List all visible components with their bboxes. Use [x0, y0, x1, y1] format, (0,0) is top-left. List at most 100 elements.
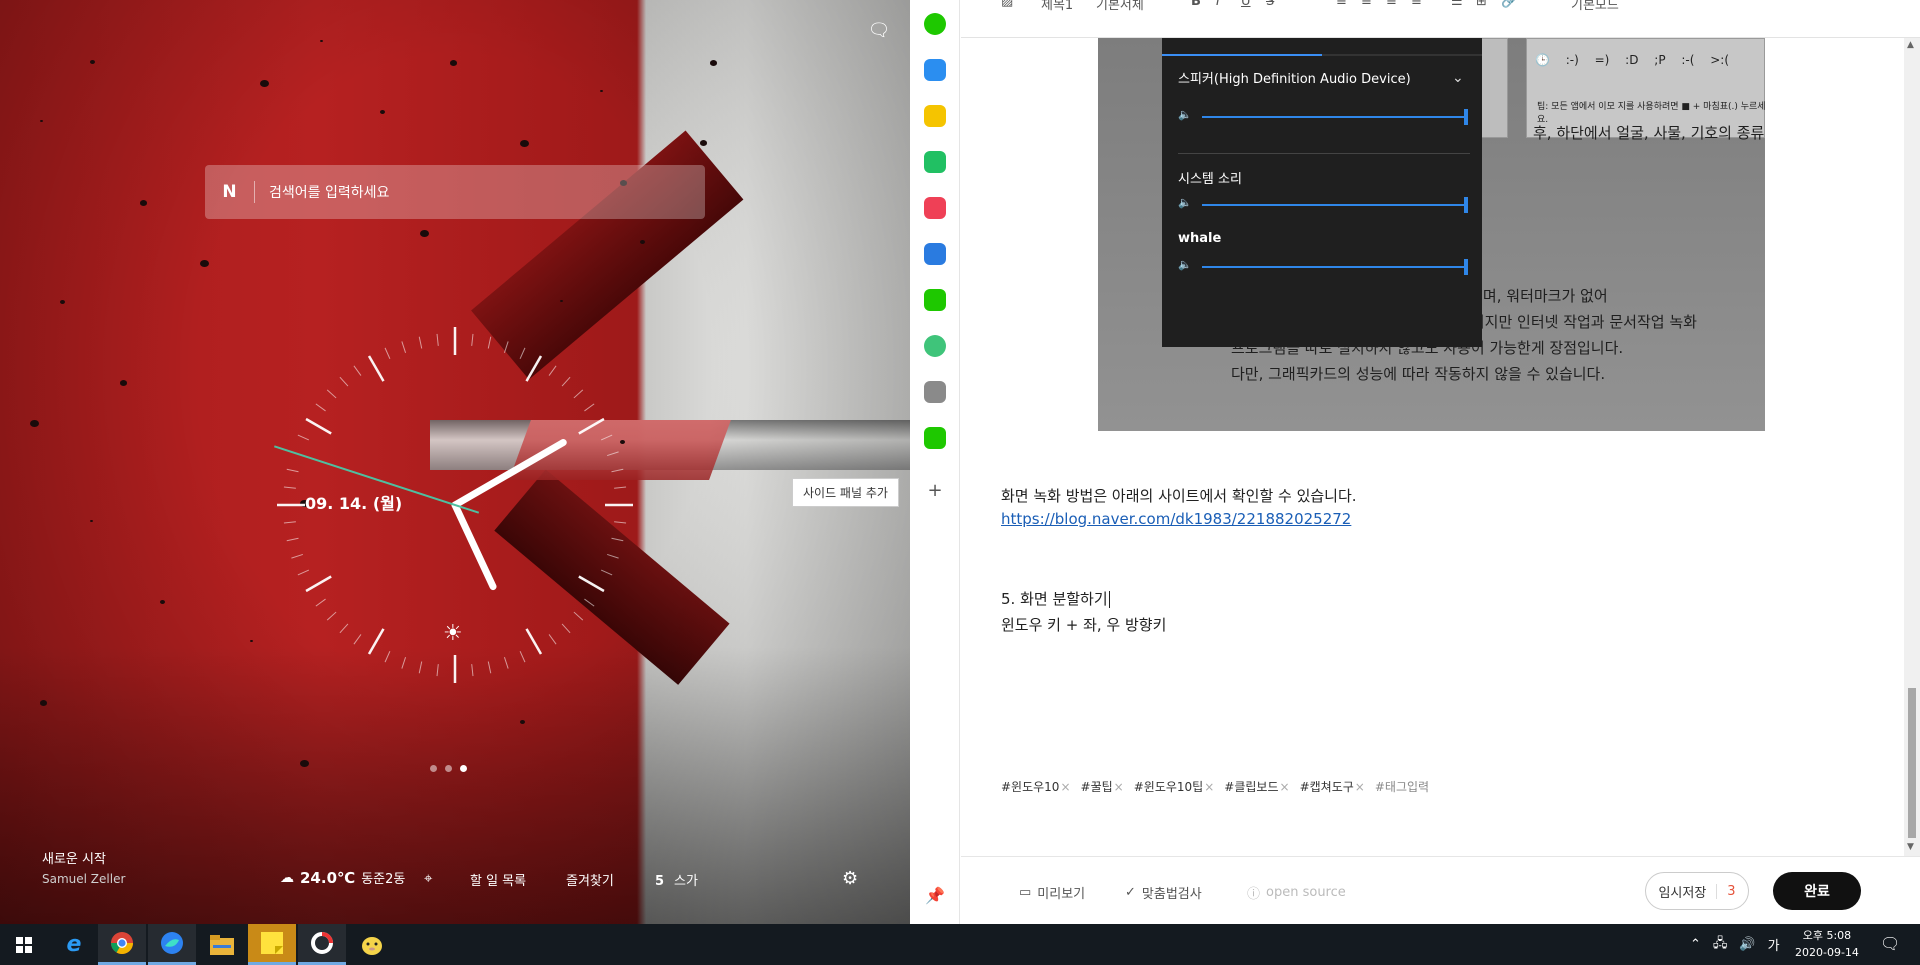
close-icon[interactable]: × [1280, 780, 1290, 794]
underline-icon[interactable]: U [1241, 0, 1251, 9]
todo-link[interactable]: 할 일 목록 [470, 870, 526, 889]
opensource-link[interactable]: ⓘ open source [1247, 883, 1346, 902]
tag-item[interactable]: #윈도우10× [1001, 778, 1071, 795]
green-square-icon[interactable] [924, 289, 946, 311]
list-icon[interactable]: ☰ [1451, 0, 1463, 9]
app-circle-icon[interactable] [298, 924, 346, 965]
link-icon[interactable]: 🔗 [1501, 0, 1517, 9]
chat-bubble-icon[interactable]: 🗨 [866, 18, 892, 44]
font-select[interactable]: 기본서체 [1096, 0, 1144, 13]
clock-tick [286, 468, 299, 473]
tag-item[interactable]: #윈도우10팁× [1134, 778, 1215, 795]
volume-icon[interactable]: 🔊 [1739, 937, 1755, 952]
preview-button[interactable]: ▭ 미리보기 [1019, 883, 1085, 902]
tag-input[interactable]: #태그입력 [1375, 778, 1429, 795]
done-button[interactable]: 완료 [1773, 872, 1861, 910]
clock-tick [297, 434, 310, 441]
scrollbar-thumb[interactable] [1908, 688, 1916, 838]
tag-label: #캡쳐도구 [1299, 780, 1354, 794]
preview-label: 미리보기 [1037, 887, 1086, 902]
clock-tick [283, 486, 296, 489]
close-icon[interactable]: × [1355, 780, 1365, 794]
image-icon[interactable]: ▨ [1001, 0, 1013, 9]
strike-icon[interactable]: S [1266, 0, 1274, 9]
clock-tick [607, 451, 619, 457]
page-dot[interactable] [430, 765, 437, 772]
chrome-icon[interactable] [98, 924, 146, 965]
network-icon[interactable]: 🖧 [1713, 934, 1728, 956]
clock-tick [607, 553, 619, 559]
scroll-up-icon[interactable]: ▲ [1907, 40, 1914, 50]
more-mode-select[interactable]: 기본모드 [1571, 0, 1619, 13]
taskbar-clock[interactable]: 오후 5:08 2020-09-14 [1795, 927, 1859, 961]
paragraph[interactable]: 윈도우 키 + 좌, 우 방향키 [1001, 614, 1166, 635]
clock-tick [487, 661, 492, 674]
tag-item[interactable]: #캡쳐도구× [1300, 778, 1365, 795]
tag-list: #윈도우10× #꿀팁× #윈도우10팁× #클립보드× #캡쳐도구× #태그입력 [1001, 778, 1429, 795]
close-icon[interactable]: × [1060, 780, 1070, 794]
stock-widget[interactable]: 5 스가 [655, 870, 698, 889]
wallpaper-title[interactable]: 새로운 시작 [42, 848, 106, 867]
bell-icon[interactable] [924, 151, 946, 173]
align-right-icon[interactable]: ≡ [1386, 0, 1397, 9]
file-explorer-icon[interactable] [198, 924, 246, 965]
system-volume-slider: 🔈 [1178, 196, 1474, 213]
play-icon[interactable] [924, 335, 946, 357]
align-center-icon[interactable]: ≡ [1361, 0, 1372, 9]
clock-tick [548, 365, 557, 376]
wallpaper-author[interactable]: Samuel Zeller [42, 872, 125, 886]
app-volume-slider: 🔈 [1178, 258, 1474, 275]
align-left-icon[interactable]: ≡ [1336, 0, 1347, 9]
bold-icon[interactable]: B [1191, 0, 1201, 9]
star-icon[interactable] [924, 105, 946, 127]
table-icon[interactable]: ⊞ [1476, 0, 1487, 9]
pocket-icon[interactable] [924, 197, 946, 219]
page-dot[interactable] [460, 765, 467, 772]
cloud-icon: ☁ [280, 869, 294, 886]
system-tray: ⌃ 🖧 🔊 가 [1690, 924, 1780, 965]
blog-link[interactable]: https://blog.naver.com/dk1983/2218820252… [1001, 510, 1351, 528]
close-icon[interactable]: × [1114, 780, 1124, 794]
sticky-notes-icon[interactable] [248, 924, 296, 965]
calendar-icon[interactable] [924, 59, 946, 81]
location-icon[interactable]: ⌖ [424, 869, 432, 887]
page-dot[interactable] [445, 765, 452, 772]
clock-tick [548, 634, 557, 645]
chevron-up-icon[interactable]: ⌃ [1690, 937, 1701, 952]
webtoon-icon[interactable] [924, 427, 946, 449]
search-box[interactable]: N 검색어를 입력하세요 [205, 165, 705, 219]
start-button[interactable] [0, 924, 48, 965]
search-placeholder[interactable]: 검색어를 입력하세요 [269, 182, 389, 202]
scroll-down-icon[interactable]: ▼ [1907, 842, 1914, 852]
kakao-icon[interactable] [348, 924, 396, 965]
temp-save-button[interactable]: 임시저장 3 [1645, 872, 1749, 910]
page-indicator[interactable] [430, 765, 467, 772]
pin-icon[interactable]: 📌 [924, 886, 946, 908]
opensource-label: open source [1266, 885, 1346, 900]
weather-location: 동준2동 [361, 872, 406, 887]
ime-indicator[interactable]: 가 [1768, 935, 1780, 954]
heading-line[interactable]: 5. 화면 분할하기 [1001, 588, 1110, 609]
add-panel-icon[interactable]: + [924, 480, 946, 502]
italic-icon[interactable]: I [1216, 0, 1220, 9]
gear-icon[interactable]: ⚙ [842, 868, 858, 889]
paragraph[interactable]: 화면 녹화 방법은 아래의 사이트에서 확인할 수 있습니다. [1001, 485, 1357, 506]
notification-icon[interactable]: 🗨 [1880, 934, 1900, 953]
weather-widget[interactable]: ☁ 24.0℃ 동준2동 [280, 868, 406, 888]
ie-icon[interactable]: e [50, 924, 98, 965]
whale-icon[interactable] [148, 924, 196, 965]
vertical-scrollbar[interactable]: ▲ ▼ [1904, 38, 1920, 856]
tag-label: #윈도우10팁 [1133, 780, 1204, 794]
align-justify-icon[interactable]: ≡ [1411, 0, 1422, 9]
green-circle-icon[interactable] [924, 13, 946, 35]
close-icon[interactable]: × [1204, 780, 1214, 794]
mascot-icon[interactable] [924, 381, 946, 403]
favorites-link[interactable]: 즐겨찾기 [566, 870, 614, 889]
spellcheck-button[interactable]: ✓ 맞춤법검사 [1125, 883, 1202, 902]
tag-item[interactable]: #클립보드× [1224, 778, 1289, 795]
wall-speck [160, 600, 165, 604]
tag-item[interactable]: #꿀팁× [1081, 778, 1124, 795]
edge-icon[interactable] [924, 243, 946, 265]
style-select[interactable]: 제목1 [1041, 0, 1073, 13]
wall-speck [640, 240, 645, 244]
